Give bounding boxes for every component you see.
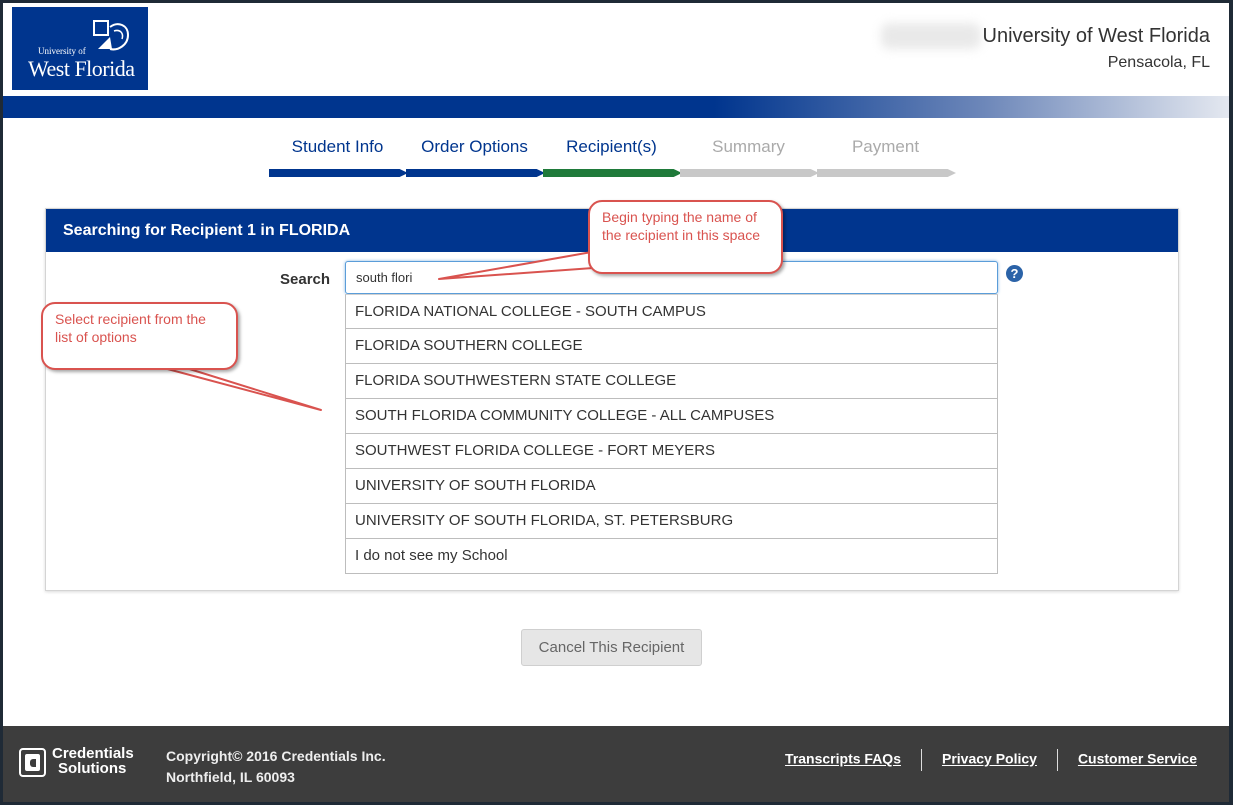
step-label: Student Info xyxy=(291,137,384,156)
result-item[interactable]: SOUTHWEST FLORIDA COLLEGE - FORT MEYERS xyxy=(345,434,998,469)
copyright: Copyright© 2016 Credentials Inc. Northfi… xyxy=(166,746,386,788)
search-label: Search xyxy=(280,271,331,288)
brand-text: Credentials Solutions xyxy=(52,746,134,776)
question-circle-icon[interactable]: ? xyxy=(1006,265,1023,282)
divider xyxy=(920,749,922,771)
logo-line1: University of xyxy=(38,46,86,56)
privacy-policy-link[interactable]: Privacy Policy xyxy=(942,751,1037,767)
step-bar xyxy=(543,169,682,177)
step-payment: Payment xyxy=(817,135,956,177)
step-bar xyxy=(269,169,408,177)
step-recipients[interactable]: Recipient(s) xyxy=(543,135,682,177)
result-item[interactable]: UNIVERSITY OF SOUTH FLORIDA xyxy=(345,469,998,504)
copyright-line1: Copyright© 2016 Credentials Inc. xyxy=(166,748,386,764)
step-bar xyxy=(680,169,819,177)
result-item-not-listed[interactable]: I do not see my School xyxy=(345,539,998,574)
search-results-list: FLORIDA NATIONAL COLLEGE - SOUTH CAMPUS … xyxy=(345,294,998,574)
transcripts-faqs-link[interactable]: Transcripts FAQs xyxy=(785,751,901,767)
footer-links: Transcripts FAQs Privacy Policy Customer S… xyxy=(785,749,1197,771)
copyright-address: Northfield, IL 60093 xyxy=(166,769,295,785)
step-label: Recipient(s) xyxy=(566,137,657,156)
credentials-logo-icon xyxy=(19,748,46,777)
footer: Credentials Solutions Copyright© 2016 Cr… xyxy=(3,726,1229,802)
uwf-logo[interactable]: University of West Florida xyxy=(12,7,148,90)
result-item[interactable]: SOUTH FLORIDA COMMUNITY COLLEGE - ALL CA… xyxy=(345,399,998,434)
progress-steps: Student Info Order Options Recipient(s) … xyxy=(269,135,956,177)
university-location: Pensacola, FL xyxy=(1107,54,1210,71)
step-bar xyxy=(406,169,545,177)
result-item[interactable]: UNIVERSITY OF SOUTH FLORIDA, ST. PETERSB… xyxy=(345,504,998,539)
credentials-solutions-logo[interactable]: Credentials Solutions xyxy=(19,746,134,780)
step-student-info[interactable]: Student Info xyxy=(269,135,408,177)
select-hint-callout: Select recipient from the list of option… xyxy=(41,302,238,370)
customer-service-link[interactable]: Customer Service xyxy=(1078,751,1197,767)
page-frame: University of West Florida University of… xyxy=(0,0,1233,805)
step-label: Order Options xyxy=(421,137,528,156)
cancel-recipient-button[interactable]: Cancel This Recipient xyxy=(521,629,702,666)
step-label: Payment xyxy=(851,137,920,156)
search-hint-callout: Begin typing the name of the recipient i… xyxy=(588,200,783,274)
divider xyxy=(1056,749,1058,771)
header-gradient-bar xyxy=(3,96,1229,118)
step-summary: Summary xyxy=(680,135,819,177)
step-bar xyxy=(817,169,956,177)
logo-line2: West Florida xyxy=(28,56,135,81)
step-order-options[interactable]: Order Options xyxy=(406,135,545,177)
university-name: University of West Florida xyxy=(982,25,1210,47)
blurred-user-info xyxy=(881,23,981,49)
step-label: Summary xyxy=(712,137,785,156)
result-item[interactable]: FLORIDA SOUTHERN COLLEGE xyxy=(345,329,998,364)
brand-line2: Solutions xyxy=(58,760,127,777)
uwf-emblem-icon xyxy=(93,20,130,51)
result-item[interactable]: FLORIDA NATIONAL COLLEGE - SOUTH CAMPUS xyxy=(345,294,998,329)
result-item[interactable]: FLORIDA SOUTHWESTERN STATE COLLEGE xyxy=(345,364,998,399)
